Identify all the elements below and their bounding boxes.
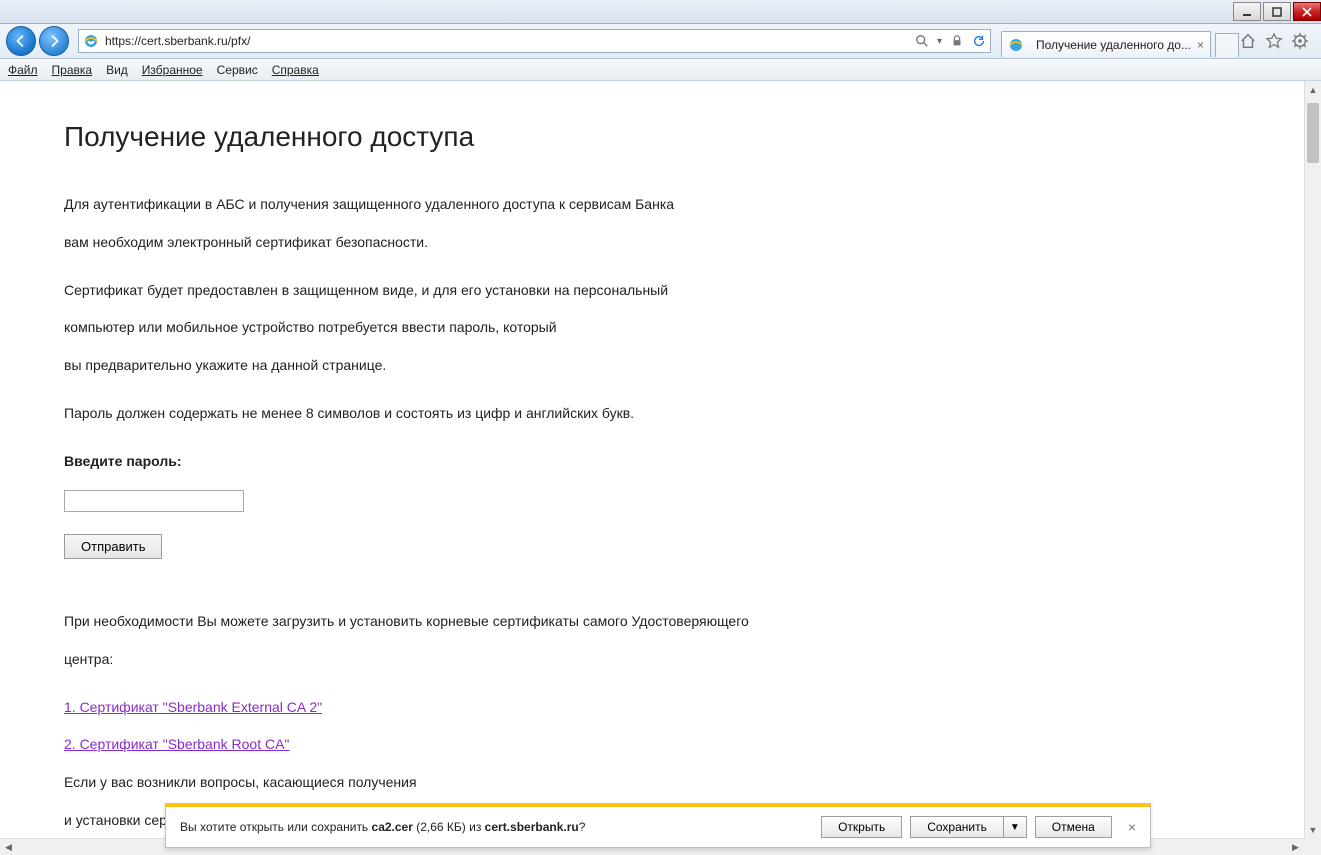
body-text: Пароль должен содержать не менее 8 симво… xyxy=(64,403,1240,425)
ie-icon xyxy=(1008,37,1024,53)
minimize-button[interactable] xyxy=(1233,2,1261,21)
scroll-thumb[interactable] xyxy=(1307,103,1319,163)
scroll-right-arrow[interactable]: ▶ xyxy=(1287,839,1304,855)
home-icon[interactable] xyxy=(1239,32,1257,50)
dropdown-icon[interactable]: ▾ xyxy=(937,36,942,47)
body-text: компьютер или мобильное устройство потре… xyxy=(64,317,1240,339)
download-message: Вы хотите открыть или сохранить ca2.cer … xyxy=(180,820,821,834)
menu-help[interactable]: Справка xyxy=(272,63,319,77)
cert-link-1[interactable]: 1. Сертификат "Sberbank External CA 2" xyxy=(64,699,322,715)
body-text: Сертификат будет предоставлен в защищенн… xyxy=(64,280,1240,302)
window-title-bar xyxy=(0,0,1321,24)
menu-tools[interactable]: Сервис xyxy=(217,63,258,77)
menu-view[interactable]: Вид xyxy=(106,63,128,77)
menu-edit[interactable]: Правка xyxy=(52,63,93,77)
close-window-button[interactable] xyxy=(1293,2,1321,21)
body-text: вам необходим электронный сертификат без… xyxy=(64,232,1240,254)
download-save-dropdown[interactable]: ▼ xyxy=(1004,816,1027,838)
ie-icon xyxy=(83,33,99,49)
submit-button[interactable]: Отправить xyxy=(64,534,162,559)
tab-close-button[interactable]: × xyxy=(1197,38,1204,52)
body-text: Если у вас возникли вопросы, касающиеся … xyxy=(64,772,1240,794)
body-text: вы предварительно укажите на данной стра… xyxy=(64,355,1240,377)
download-save-button[interactable]: Сохранить xyxy=(910,816,1004,838)
tools-icon[interactable] xyxy=(1291,32,1309,50)
scroll-corner xyxy=(1304,838,1321,855)
menu-bar: Файл Правка Вид Избранное Сервис Справка xyxy=(0,59,1321,81)
body-text: центра: xyxy=(64,649,1240,671)
search-icon[interactable] xyxy=(915,34,929,48)
cert-link-2[interactable]: 2. Сертификат "Sberbank Root CA" xyxy=(64,736,289,752)
scroll-down-arrow[interactable]: ▼ xyxy=(1305,821,1321,838)
download-cancel-button[interactable]: Отмена xyxy=(1035,816,1112,838)
favorites-icon[interactable] xyxy=(1265,32,1283,50)
download-notification-bar: Вы хотите открыть или сохранить ca2.cer … xyxy=(165,803,1151,848)
vertical-scrollbar[interactable]: ▲ ▼ xyxy=(1304,81,1321,838)
download-open-button[interactable]: Открыть xyxy=(821,816,902,838)
url-text[interactable]: https://cert.sberbank.ru/pfx/ xyxy=(105,34,915,48)
scroll-up-arrow[interactable]: ▲ xyxy=(1305,81,1321,98)
scroll-left-arrow[interactable]: ◀ xyxy=(0,839,17,855)
forward-button[interactable] xyxy=(39,26,69,56)
maximize-button[interactable] xyxy=(1263,2,1291,21)
menu-favorites[interactable]: Избранное xyxy=(142,63,203,77)
body-text: При необходимости Вы можете загрузить и … xyxy=(64,611,1240,633)
nav-bar: https://cert.sberbank.ru/pfx/ ▾ Получени… xyxy=(0,24,1321,59)
page-title: Получение удаленного доступа xyxy=(64,115,1240,158)
back-button[interactable] xyxy=(6,26,36,56)
page-content: Получение удаленного доступа Для аутенти… xyxy=(0,81,1304,838)
download-close-button[interactable]: × xyxy=(1128,819,1136,835)
menu-file[interactable]: Файл xyxy=(8,63,38,77)
lock-icon xyxy=(950,34,964,48)
password-label: Введите пароль: xyxy=(64,451,1240,473)
tab-title: Получение удаленного до... xyxy=(1036,38,1191,52)
body-text: Для аутентификации в АБС и получения защ… xyxy=(64,194,1240,216)
new-tab-button[interactable] xyxy=(1215,33,1239,57)
password-input[interactable] xyxy=(64,490,244,512)
refresh-icon[interactable] xyxy=(972,34,986,48)
address-bar[interactable]: https://cert.sberbank.ru/pfx/ ▾ xyxy=(78,29,991,53)
active-tab[interactable]: Получение удаленного до... × xyxy=(1001,31,1211,57)
